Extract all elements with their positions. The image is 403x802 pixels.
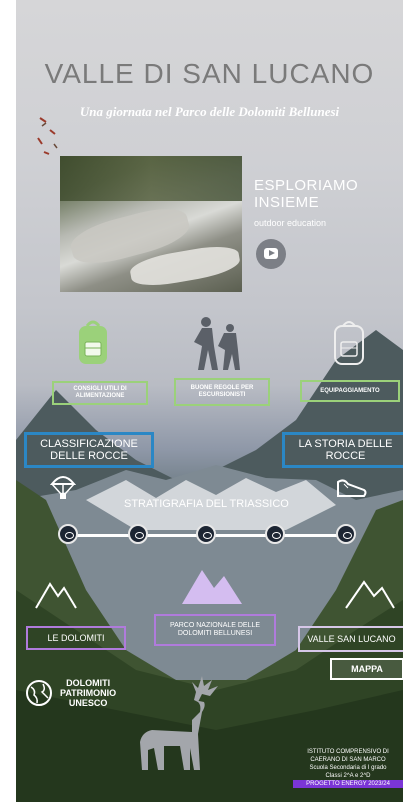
parachute-icon: [50, 476, 76, 499]
dolomiti-button[interactable]: LE DOLOMITI: [26, 626, 126, 650]
parco-button[interactable]: PARCO NAZIONALE DELLE DOLOMITI BELLUNESI: [154, 614, 276, 646]
globe-icon[interactable]: [24, 678, 54, 708]
mountain-icon: [35, 582, 77, 609]
youtube-icon[interactable]: [256, 239, 286, 269]
timeline-eye-icon[interactable]: [196, 524, 216, 544]
outdoor-tagline: outdoor education: [254, 218, 327, 228]
unesco-line2: PATRIMONIO: [60, 688, 117, 698]
unesco-line1: DOLOMITI: [66, 678, 111, 688]
unesco-label[interactable]: DOLOMITI PATRIMONIO UNESCO: [60, 678, 116, 708]
timeline-eye-icon[interactable]: [128, 524, 148, 544]
timeline-eye-icon[interactable]: [336, 524, 356, 544]
school-line1: ISTITUTO COMPRENSIVO DI: [307, 749, 389, 755]
page-title: VALLE DI SAN LUCANO: [44, 58, 375, 89]
alimentazione-button[interactable]: CONSIGLI UTILI DI ALIMENTAZIONE: [52, 381, 148, 405]
timeline-eye-icon[interactable]: [58, 524, 78, 544]
project-badge: PROGETTO ENERGY 2023/24: [293, 780, 403, 788]
hikers-icon[interactable]: [190, 316, 246, 372]
equipaggiamento-button[interactable]: EQUIPAGGIAMENTO: [300, 380, 400, 402]
mappa-button[interactable]: MAPPA: [330, 658, 403, 680]
classificazione-button[interactable]: CLASSIFICAZIONE DELLE ROCCE: [24, 432, 154, 468]
river-photo[interactable]: [60, 156, 242, 292]
explore-line1: ESPLORIAMO: [254, 177, 359, 194]
deer-icon[interactable]: [132, 672, 232, 772]
valle-button[interactable]: VALLE SAN LUCANO: [298, 626, 403, 652]
timeline-eye-icon[interactable]: [265, 524, 285, 544]
storia-button[interactable]: LA STORIA DELLE ROCCE: [282, 432, 403, 468]
regole-button[interactable]: BUONE REGOLE PER ESCURSIONISTI: [174, 378, 270, 406]
school-line3: Scuola Secondaria di I grado: [309, 765, 387, 771]
mountain-icon: [182, 570, 242, 604]
explore-heading: ESPLORIAMO INSIEME: [254, 177, 358, 211]
school-line2: CAERANO DI SAN MARCO: [310, 757, 386, 763]
explore-line2: INSIEME: [254, 194, 320, 211]
stratigrafia-heading: STRATIGRAFIA DEL TRIASSICO: [124, 498, 289, 510]
poster-page: VALLE DI SAN LUCANO Una giornata nel Par…: [0, 0, 403, 802]
backpack-icon[interactable]: [76, 318, 110, 368]
backpack-icon[interactable]: [332, 318, 366, 368]
mountain-icon: [345, 580, 395, 609]
shoe-icon: [337, 479, 367, 497]
unesco-line3: UNESCO: [68, 698, 108, 708]
school-line4: Classi 2^A e 2^D: [325, 773, 371, 779]
school-info: ISTITUTO COMPRENSIVO DI CAERANO DI SAN M…: [293, 748, 403, 788]
